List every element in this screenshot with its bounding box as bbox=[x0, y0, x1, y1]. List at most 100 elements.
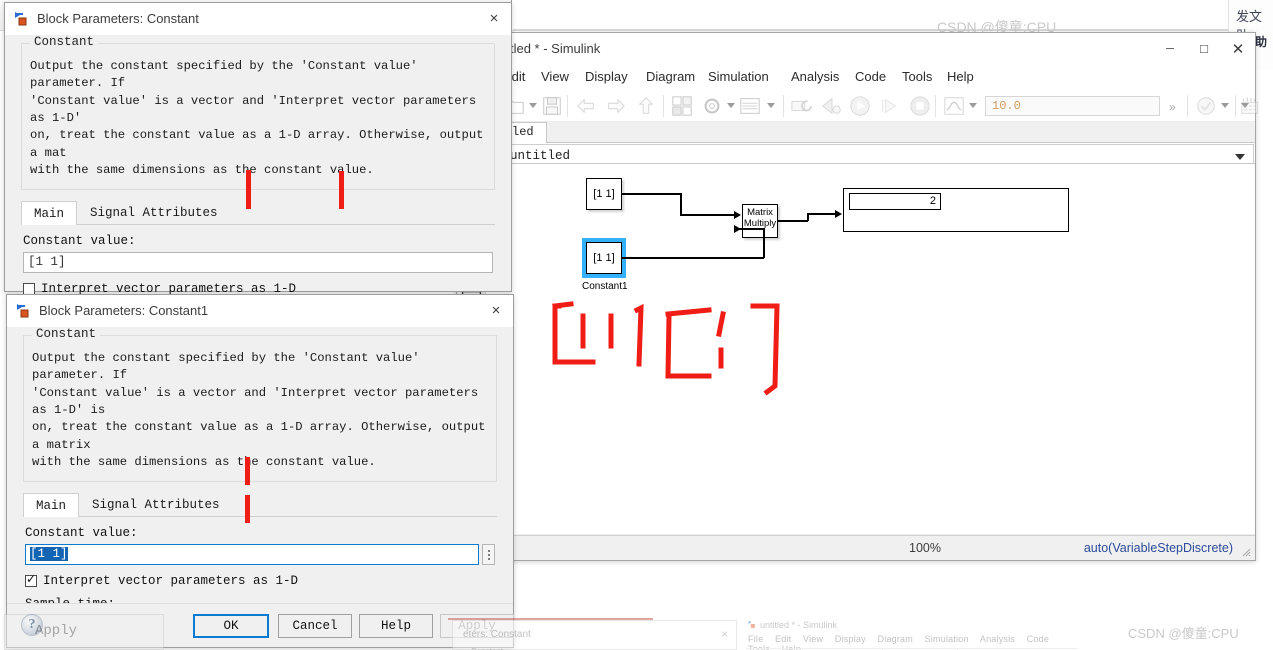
library-browser-icon[interactable] bbox=[671, 95, 693, 117]
apply-button: Apply bbox=[440, 614, 514, 638]
ok-button[interactable]: OK bbox=[193, 614, 269, 638]
toolbar-separator-3 bbox=[783, 95, 784, 117]
dialog1-description: Output the constant specified by the 'Co… bbox=[30, 59, 484, 177]
simulink-maximize-button[interactable]: □ bbox=[1187, 33, 1221, 64]
stop-icon[interactable] bbox=[909, 95, 931, 117]
menu-diagram[interactable]: Diagram bbox=[646, 69, 695, 84]
dialog2-interpret-row[interactable]: Interpret vector parameters as 1-D bbox=[25, 572, 503, 589]
help-button[interactable]: Help bbox=[359, 614, 433, 638]
menu-simulation[interactable]: Simulation bbox=[708, 69, 769, 84]
model-configuration-icon[interactable] bbox=[701, 95, 723, 117]
block-parameters-constant1-dialog[interactable]: Block Parameters: Constant1 × Constant O… bbox=[6, 294, 514, 648]
chevron-down-icon[interactable] bbox=[1235, 154, 1245, 160]
red-mark bbox=[339, 171, 344, 209]
menu-display[interactable]: Display bbox=[585, 69, 628, 84]
minimize-icon: ─ bbox=[1166, 42, 1174, 55]
toolbar-overflow-chevron[interactable]: » bbox=[1169, 100, 1176, 114]
dialog1-tab-main[interactable]: Main bbox=[21, 201, 78, 226]
dialog2-title: Block Parameters: Constant1 bbox=[39, 303, 209, 318]
dialog2-constant-value-label: Constant value: bbox=[25, 526, 138, 541]
constant1-block-label: [1 1] bbox=[593, 252, 615, 264]
dialog2-constant-value-input[interactable]: [1 1] bbox=[25, 544, 479, 566]
dialog2-tabs: Main Signal Attributes bbox=[23, 492, 497, 518]
red-mark bbox=[245, 457, 250, 485]
dialog2-tab-main[interactable]: Main bbox=[23, 493, 80, 518]
dialog1-constant-value-row: [1 1] bbox=[23, 252, 493, 274]
simulink-close-button[interactable]: ✕ bbox=[1221, 33, 1255, 64]
model-explorer-icon[interactable] bbox=[739, 95, 761, 117]
maximize-icon: □ bbox=[1200, 41, 1208, 56]
dialog2-interpret-checkbox[interactable] bbox=[25, 572, 37, 588]
wire-arrow bbox=[734, 225, 741, 233]
save-icon[interactable] bbox=[541, 95, 563, 117]
model-advisor-icon[interactable] bbox=[1195, 95, 1217, 117]
toolbar-separator-1 bbox=[567, 95, 568, 117]
dialog2-body: Constant Output the constant specified b… bbox=[7, 327, 513, 637]
toolbar-separator-4 bbox=[935, 95, 936, 117]
wire-segment bbox=[763, 228, 765, 258]
dialog1-close-button[interactable]: × bbox=[477, 3, 511, 34]
dialog1-tab-signal-attributes[interactable]: Signal Attributes bbox=[77, 200, 231, 224]
wire-arrow bbox=[835, 210, 842, 218]
update-diagram-icon[interactable] bbox=[791, 95, 813, 117]
breadcrumb-label: untitled bbox=[510, 149, 571, 163]
close-icon: ✕ bbox=[1231, 40, 1245, 58]
toolbar-separator-2 bbox=[663, 95, 664, 117]
model-explorer-dropdown-caret[interactable] bbox=[767, 103, 775, 108]
wire-segment bbox=[778, 220, 808, 222]
simulink-window[interactable]: untitled * - Simulink ─ □ ✕ File Edit Vi… bbox=[456, 32, 1258, 561]
wire-arrow bbox=[734, 211, 741, 219]
model-configuration-dropdown-caret[interactable] bbox=[727, 103, 735, 108]
resize-grip-icon[interactable] bbox=[1241, 547, 1251, 557]
model-advisor-dropdown-caret[interactable] bbox=[1221, 103, 1229, 108]
simulation-time-input[interactable]: 10.0 bbox=[985, 96, 1160, 116]
dialog2-interpret-label: Interpret vector parameters as 1-D bbox=[43, 574, 299, 589]
dialog1-title: Block Parameters: Constant bbox=[37, 11, 199, 26]
simulink-minimize-button[interactable]: ─ bbox=[1153, 33, 1187, 64]
dialog1-titlebar: Block Parameters: Constant × bbox=[5, 3, 511, 35]
cancel-button[interactable]: Cancel bbox=[278, 614, 352, 638]
display-block[interactable]: 2 bbox=[843, 188, 1069, 232]
constant1-block[interactable]: [1 1] bbox=[582, 238, 626, 278]
dot bbox=[487, 549, 490, 552]
matrix-multiply-block[interactable]: Matrix Multiply bbox=[742, 204, 778, 238]
wire-segment bbox=[680, 193, 682, 215]
step-forward-icon[interactable] bbox=[879, 95, 901, 117]
up-icon[interactable] bbox=[635, 95, 657, 117]
scope-dropdown-caret[interactable] bbox=[969, 103, 977, 108]
menu-help[interactable]: Help bbox=[947, 69, 974, 84]
dialog1-constant-value-input[interactable]: [1 1] bbox=[23, 252, 493, 274]
forward-icon[interactable] bbox=[605, 95, 627, 117]
dialog2-button-bar: ? OK Cancel Help Apply bbox=[7, 603, 514, 647]
dialog2-close-button[interactable]: × bbox=[479, 295, 513, 326]
open-model-dropdown-caret[interactable] bbox=[529, 103, 537, 108]
dialog2-constant-value-row: [1 1] bbox=[25, 544, 495, 566]
help-icon[interactable]: ? bbox=[21, 614, 43, 636]
apply-button-label: Apply bbox=[458, 619, 496, 633]
model-canvas[interactable]: [1 1] [1 1] Constant1 Matrix Multiply 2 bbox=[486, 164, 1255, 534]
red-annotation-brackets bbox=[552, 301, 780, 396]
dialog2-constant-value-more-button[interactable] bbox=[482, 544, 495, 566]
step-back-icon[interactable] bbox=[821, 95, 843, 117]
solver-label[interactable]: auto(VariableStepDiscrete) bbox=[1084, 541, 1233, 555]
block-parameters-constant-dialog[interactable]: Block Parameters: Constant × Constant Ou… bbox=[4, 2, 512, 345]
back-icon[interactable] bbox=[575, 95, 597, 117]
menu-analysis[interactable]: Analysis bbox=[791, 69, 839, 84]
constant-block-label: [1 1] bbox=[593, 188, 615, 200]
scope-icon[interactable] bbox=[943, 95, 965, 117]
build-dropdown-caret[interactable] bbox=[1241, 103, 1249, 108]
wire-segment bbox=[680, 214, 735, 216]
dialog2-constant-value-text: [1 1] bbox=[30, 547, 68, 562]
dialog1-description-group: Constant Output the constant specified b… bbox=[21, 35, 495, 191]
menu-tools[interactable]: Tools bbox=[902, 69, 932, 84]
menu-code[interactable]: Code bbox=[855, 69, 886, 84]
run-icon[interactable] bbox=[849, 95, 871, 117]
menu-view[interactable]: View bbox=[541, 69, 569, 84]
dialog2-group-legend: Constant bbox=[32, 327, 101, 341]
background-panel-right bbox=[513, 0, 1273, 30]
constant-block[interactable]: [1 1] bbox=[586, 178, 622, 210]
display-block-value: 2 bbox=[849, 193, 941, 210]
help-button-label: Help bbox=[380, 619, 411, 633]
constant1-block-caption: Constant1 bbox=[582, 281, 628, 292]
dialog2-tab-signal-attributes[interactable]: Signal Attributes bbox=[79, 492, 233, 516]
